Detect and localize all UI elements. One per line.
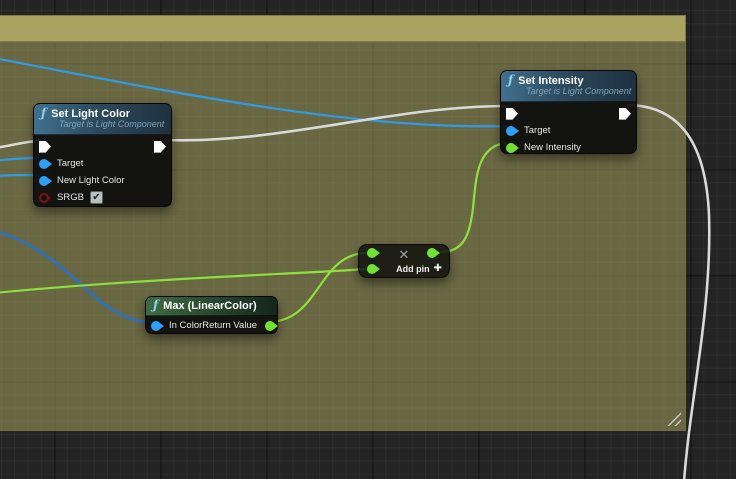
add-pin-label: Add pin — [396, 264, 430, 274]
add-pin-button[interactable]: Add pin ✚ — [396, 263, 442, 274]
node-subtitle: Target is Light Component — [59, 120, 163, 130]
blueprint-graph-canvas[interactable]: ƒ Set Light Color Target is Light Compon… — [0, 0, 736, 479]
pin-label-srgb: SRGB — [57, 192, 84, 203]
return-value-pin[interactable] — [265, 321, 275, 331]
new-intensity-pin[interactable] — [506, 143, 516, 153]
wire-exec-out-of-set-intensity[interactable] — [628, 105, 709, 479]
wire-blue-to-max-in-color[interactable] — [0, 231, 151, 322]
wire-green-max-to-multiply-input-1[interactable] — [268, 253, 367, 322]
function-icon: ƒ — [508, 74, 513, 87]
wire-green-multiply-to-new-intensity[interactable] — [441, 143, 506, 252]
node-set-intensity[interactable]: ƒ Set Intensity Target is Light Componen… — [500, 70, 637, 154]
node-multiply[interactable]: ✕ Add pin ✚ — [358, 244, 450, 278]
node-set-light-color[interactable]: ƒ Set Light Color Target is Light Compon… — [33, 103, 172, 207]
multiply-input-pin-2[interactable] — [367, 264, 377, 274]
pin-label-new-light-color: New Light Color — [57, 175, 125, 186]
target-pin[interactable] — [506, 126, 516, 136]
pin-label-target: Target — [57, 158, 83, 169]
multiply-operator-glyph: ✕ — [359, 248, 449, 261]
new-light-color-pin[interactable] — [39, 176, 49, 186]
function-icon: ƒ — [153, 299, 158, 312]
wire-green-to-multiply-input-2[interactable] — [0, 269, 367, 293]
srgb-checkbox[interactable]: ✔ — [90, 191, 103, 204]
exec-out-pin[interactable] — [154, 141, 166, 153]
in-color-pin[interactable] — [151, 321, 161, 331]
pin-label-new-intensity: New Intensity — [524, 142, 581, 153]
node-subtitle: Target is Light Component — [526, 87, 628, 97]
node-title: Set Intensity — [518, 75, 583, 87]
pin-label-target: Target — [524, 125, 550, 136]
pin-label-return-value: Return Value — [202, 320, 257, 331]
node-max-header[interactable]: ƒ Max (LinearColor) — [146, 297, 277, 316]
function-icon: ƒ — [41, 107, 46, 120]
srgb-pin[interactable] — [39, 193, 49, 203]
node-title: Set Light Color — [51, 108, 130, 120]
wire-exec-set-light-color-to-set-intensity[interactable] — [165, 106, 507, 140]
node-title: Max (LinearColor) — [163, 300, 257, 312]
exec-in-pin[interactable] — [506, 108, 518, 120]
node-set-intensity-header[interactable]: ƒ Set Intensity Target is Light Componen… — [501, 71, 636, 102]
plus-icon: ✚ — [434, 263, 442, 274]
pin-label-in-color: In Color — [169, 320, 202, 331]
exec-out-pin[interactable] — [619, 108, 631, 120]
target-pin[interactable] — [39, 159, 49, 169]
node-max-linearcolor[interactable]: ƒ Max (LinearColor) In Color Return Valu… — [145, 296, 278, 334]
exec-in-pin[interactable] — [39, 141, 51, 153]
node-set-light-color-header[interactable]: ƒ Set Light Color Target is Light Compon… — [34, 104, 171, 135]
